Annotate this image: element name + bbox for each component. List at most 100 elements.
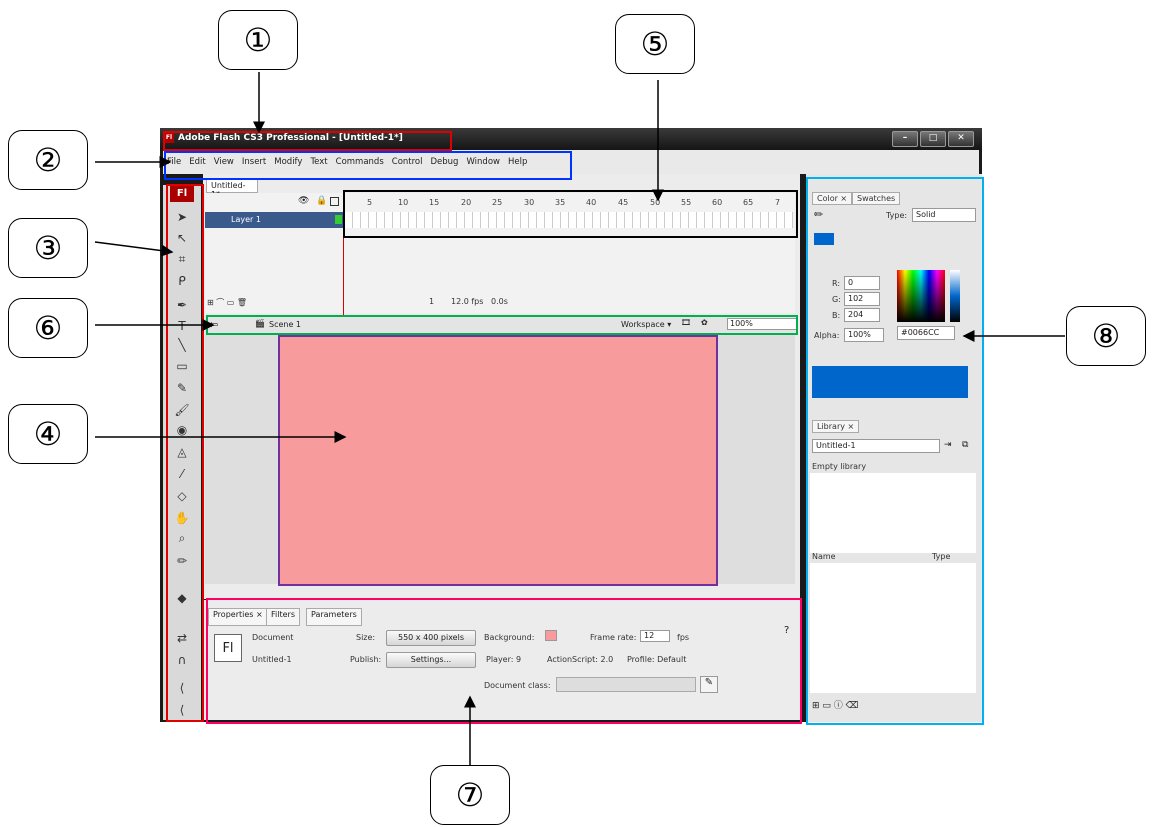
callout-2: ② [8, 130, 88, 190]
subselection-tool-icon[interactable]: ↖ [172, 230, 192, 246]
new-library-panel-icon[interactable]: ⇥ [944, 440, 952, 450]
swap-colors-icon[interactable]: ⇄ [172, 630, 192, 646]
hex-input[interactable]: #0066CC [897, 326, 955, 340]
ink-bottle-tool-icon[interactable]: ◉ [172, 422, 192, 438]
fps-label: fps [677, 633, 690, 642]
add-layer-icon[interactable]: ⊞ ⌒ ▭ 🗑 [207, 297, 247, 308]
menu-file[interactable]: File [163, 157, 185, 167]
edit-scene-icon[interactable]: 🎞 [681, 318, 691, 327]
menu-window[interactable]: Window [462, 157, 504, 167]
size-button[interactable]: 550 x 400 pixels [386, 630, 476, 646]
menu-modify[interactable]: Modify [270, 157, 306, 167]
alpha-input[interactable]: 100% [844, 328, 884, 342]
help-icon[interactable]: ? [784, 625, 789, 636]
rectangle-tool-icon[interactable]: ▭ [172, 358, 192, 374]
frame-rate-label: Frame rate: [590, 633, 637, 642]
red-input[interactable]: 0 [844, 276, 880, 290]
scene-label[interactable]: Scene 1 [269, 320, 301, 329]
lasso-tool-icon[interactable]: ᑭ [172, 273, 192, 289]
settings-button[interactable]: Settings... [386, 652, 476, 668]
title-bar: Fl Adobe Flash CS3 Professional - [Untit… [160, 128, 982, 150]
library-list[interactable] [810, 563, 976, 693]
frame-number: 65 [743, 198, 754, 207]
menu-control[interactable]: Control [388, 157, 427, 167]
menu-commands[interactable]: Commands [332, 157, 388, 167]
color-spectrum[interactable] [897, 270, 945, 322]
smooth-icon[interactable]: ⟨ [172, 680, 192, 696]
document-tab[interactable]: Untitled-1* [206, 178, 258, 199]
close-button[interactable]: ✕ [948, 131, 974, 147]
workspace-menu[interactable]: Workspace ▾ [621, 320, 671, 329]
straighten-icon[interactable]: ⟨ [172, 702, 192, 718]
menu-help[interactable]: Help [504, 157, 531, 167]
green-input[interactable]: 102 [844, 292, 880, 306]
flash-logo: Fl [170, 186, 194, 202]
stroke-pencil-icon[interactable]: ✏ [814, 208, 823, 221]
snap-magnet-icon[interactable]: ∩ [172, 652, 192, 668]
edit-symbol-icon[interactable]: ✿ [701, 318, 708, 327]
frames-row[interactable] [345, 212, 793, 228]
eye-icon[interactable]: 👁 [298, 196, 309, 206]
text-tool-icon[interactable]: T [172, 318, 192, 334]
library-footer-icons[interactable]: ⊞ ▭ ⓘ ⌫ [812, 698, 858, 711]
menu-view[interactable]: View [210, 157, 238, 167]
type-select[interactable]: Solid [912, 208, 976, 222]
frame-rate-input[interactable]: 12 [640, 630, 670, 642]
back-arrow-icon[interactable]: ⇦ [209, 318, 218, 331]
hand-tool-icon[interactable]: ✋ [172, 510, 192, 526]
stage[interactable] [280, 336, 716, 584]
zoom-tool-icon[interactable]: ⌕ [172, 530, 192, 546]
profile-label: Profile: Default [627, 655, 687, 664]
callout-6: ⑥ [8, 298, 88, 358]
eyedropper-tool-icon[interactable]: ⁄ [172, 466, 192, 482]
document-label: Document [252, 633, 294, 642]
library-type-header[interactable]: Type [932, 552, 950, 561]
free-transform-tool-icon[interactable]: ⌗ [172, 251, 192, 267]
menu-insert[interactable]: Insert [238, 157, 270, 167]
frame-number: 30 [524, 198, 535, 207]
eraser-tool-icon[interactable]: ◇ [172, 488, 192, 504]
tab-library[interactable]: Library × [812, 420, 860, 433]
menu-text[interactable]: Text [306, 157, 331, 167]
document-class-label: Document class: [484, 681, 551, 690]
pin-library-icon[interactable]: ⧉ [962, 440, 968, 450]
pencil-tool-icon[interactable]: ✎ [172, 380, 192, 396]
frame-number: 55 [681, 198, 692, 207]
paint-bucket-tool-icon[interactable]: ◬ [172, 444, 192, 460]
layer-row[interactable]: Layer 1 [205, 212, 343, 228]
selection-tool-icon[interactable]: ➤ [172, 209, 192, 225]
lock-icon[interactable]: 🔒 [316, 196, 327, 206]
frame-number: 20 [461, 198, 472, 207]
fill-color-icon[interactable]: ◆ [172, 590, 192, 606]
pen-tool-icon[interactable]: ✒ [172, 297, 192, 313]
tab-properties[interactable]: Properties × [208, 608, 268, 626]
zoom-select[interactable]: 100% [727, 318, 797, 330]
tab-color[interactable]: Color × [812, 192, 853, 205]
document-class-input[interactable] [556, 677, 696, 692]
library-document-select[interactable]: Untitled-1 [812, 439, 940, 453]
background-color-swatch[interactable] [545, 630, 557, 641]
tab-swatches[interactable]: Swatches [852, 192, 901, 205]
menu-debug[interactable]: Debug [427, 157, 463, 167]
tab-parameters[interactable]: Parameters [306, 608, 362, 626]
frame-number: 50 [650, 198, 661, 207]
brightness-slider[interactable] [950, 270, 960, 322]
fill-swatch-icon[interactable] [814, 233, 834, 245]
alpha-label: Alpha: [814, 331, 840, 340]
tab-filters[interactable]: Filters [266, 608, 300, 626]
stroke-color-icon[interactable]: ✏ [172, 553, 192, 569]
edit-class-icon[interactable]: ✎ [700, 676, 718, 693]
blue-input[interactable]: 204 [844, 308, 880, 322]
frame-number: 35 [555, 198, 566, 207]
outline-icon[interactable] [330, 197, 339, 206]
minimize-button[interactable]: – [892, 131, 918, 147]
frame-number: 5 [367, 198, 373, 207]
document-type-icon: Fl [214, 634, 242, 662]
background-label: Background: [484, 633, 535, 642]
line-tool-icon[interactable]: ╲ [172, 337, 192, 353]
maximize-button[interactable]: □ [920, 131, 946, 147]
frame-number: 15 [429, 198, 440, 207]
library-name-header[interactable]: Name [812, 552, 836, 561]
brush-tool-icon[interactable]: 🖌 [172, 402, 192, 418]
menu-edit[interactable]: Edit [185, 157, 209, 167]
